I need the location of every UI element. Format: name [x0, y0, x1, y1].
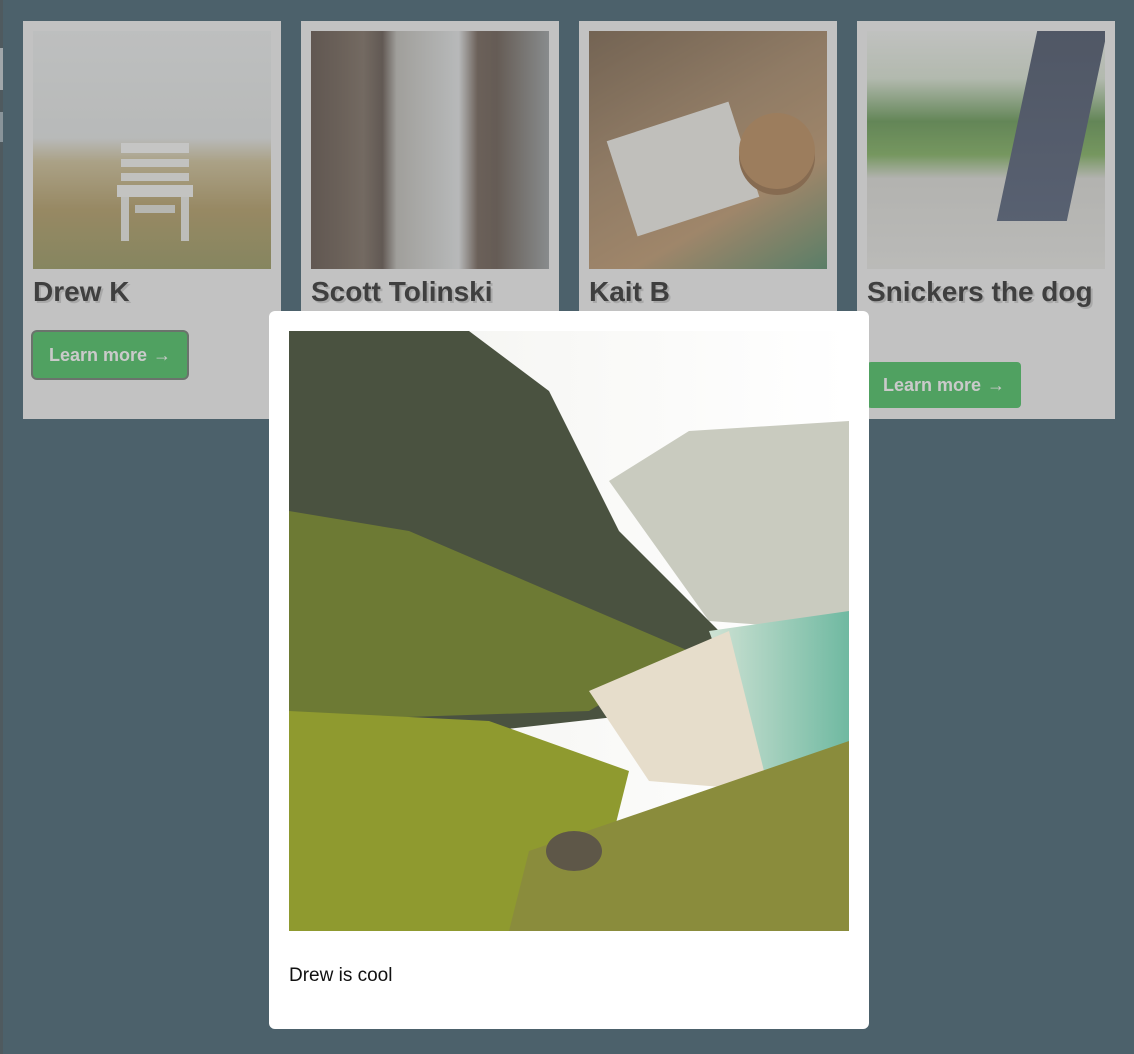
modal-photo-valley [289, 331, 849, 931]
modal-description: Drew is cool [289, 965, 393, 986]
profile-modal: Drew is cool [269, 311, 869, 1029]
valley-image [289, 331, 849, 931]
